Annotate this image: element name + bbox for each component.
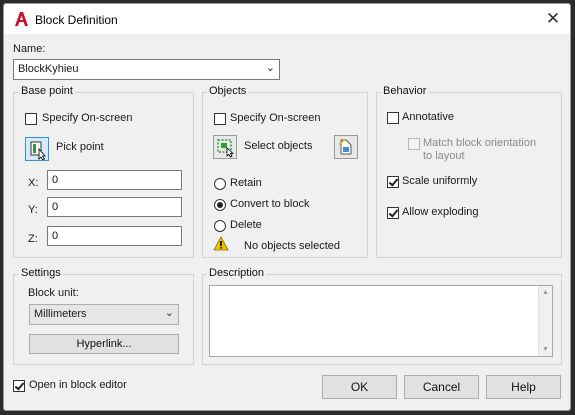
allow-exploding-label: Allow exploding	[402, 206, 479, 218]
name-label: Name:	[13, 43, 46, 55]
help-button[interactable]: Help	[486, 375, 561, 399]
chevron-down-icon[interactable]: ⌄	[165, 306, 174, 319]
delete-radio[interactable]	[214, 220, 226, 232]
name-value: BlockKyhieu	[18, 63, 79, 75]
block-definition-dialog: Block Definition ✕ Name: BlockKyhieu ⌄ B…	[3, 3, 571, 411]
scroll-up-icon[interactable]: ▲	[539, 286, 552, 299]
select-objects-icon	[217, 139, 235, 158]
dialog-title: Block Definition	[35, 13, 118, 27]
match-orientation-label-line2: to layout	[423, 150, 465, 162]
match-orientation-label-line1: Match block orientation	[423, 137, 537, 149]
pick-point-button[interactable]	[25, 137, 49, 161]
title-bar: Block Definition ✕	[4, 4, 570, 34]
retain-label: Retain	[230, 177, 262, 189]
delete-label: Delete	[230, 219, 262, 231]
close-icon[interactable]: ✕	[542, 9, 564, 29]
open-in-block-editor-label: Open in block editor	[29, 379, 127, 391]
open-in-block-editor-checkbox[interactable]	[13, 380, 25, 392]
ok-button[interactable]: OK	[322, 375, 397, 399]
convert-to-block-label: Convert to block	[230, 198, 310, 210]
z-label: Z:	[28, 233, 38, 245]
behavior-title: Behavior	[381, 85, 429, 97]
pick-point-label: Pick point	[56, 141, 104, 153]
pick-point-icon	[30, 141, 46, 161]
base-point-specify-label: Specify On-screen	[42, 112, 133, 124]
quick-select-icon	[339, 139, 352, 155]
match-orientation-checkbox[interactable]	[408, 138, 420, 150]
z-coordinate-input[interactable]	[47, 226, 182, 246]
y-label: Y:	[28, 204, 38, 216]
retain-radio[interactable]	[214, 178, 226, 190]
objects-specify-checkbox[interactable]	[214, 113, 226, 125]
x-label: X:	[28, 177, 39, 189]
cancel-button[interactable]: Cancel	[404, 375, 479, 399]
allow-exploding-checkbox[interactable]	[387, 207, 399, 219]
hyperlink-button[interactable]: Hyperlink...	[29, 334, 179, 354]
description-scrollbar[interactable]: ▲ ▼	[538, 286, 552, 356]
settings-title: Settings	[19, 267, 63, 279]
block-unit-value: Millimeters	[34, 308, 87, 320]
annotative-checkbox[interactable]	[387, 112, 399, 124]
block-unit-select[interactable]: Millimeters ⌄	[29, 304, 179, 325]
x-coordinate-input[interactable]	[47, 170, 182, 190]
name-combobox[interactable]: BlockKyhieu ⌄	[13, 59, 280, 80]
chevron-down-icon[interactable]: ⌄	[266, 61, 275, 74]
base-point-specify-checkbox[interactable]	[25, 113, 37, 125]
annotative-label: Annotative	[402, 111, 454, 123]
scroll-down-icon[interactable]: ▼	[539, 343, 552, 356]
select-objects-label: Select objects	[244, 140, 313, 152]
y-coordinate-input[interactable]	[47, 197, 182, 217]
description-textarea[interactable]: ▲ ▼	[209, 285, 553, 357]
objects-specify-label: Specify On-screen	[230, 112, 321, 124]
objects-title: Objects	[207, 85, 249, 97]
description-title: Description	[207, 267, 267, 279]
scale-uniformly-label: Scale uniformly	[402, 175, 478, 187]
select-objects-button[interactable]	[213, 135, 237, 159]
base-point-title: Base point	[19, 85, 75, 97]
autocad-logo-icon	[15, 12, 28, 26]
scale-uniformly-checkbox[interactable]	[387, 176, 399, 188]
warning-icon	[213, 236, 229, 251]
objects-status-text: No objects selected	[244, 240, 340, 252]
quick-select-button[interactable]	[334, 135, 358, 159]
convert-to-block-radio[interactable]	[214, 199, 226, 211]
block-unit-label: Block unit:	[28, 287, 79, 299]
